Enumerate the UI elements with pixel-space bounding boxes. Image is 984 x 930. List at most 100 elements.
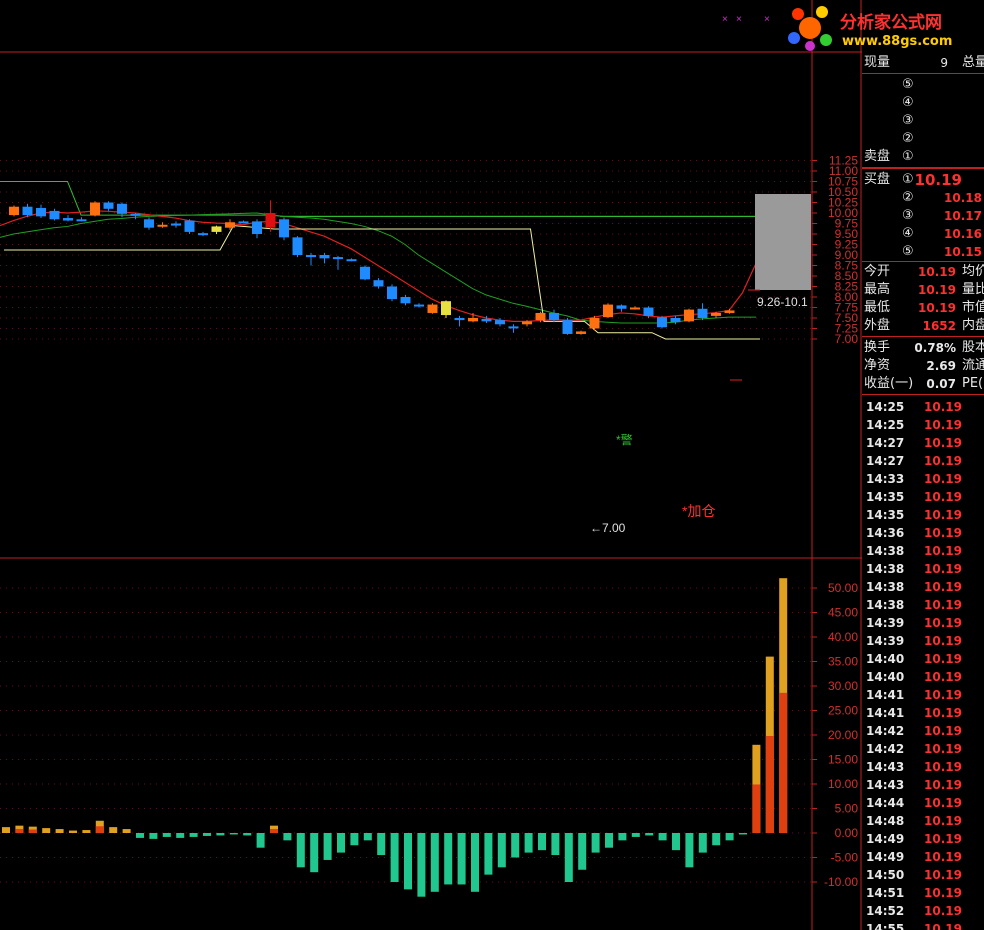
tick-time: 14:25	[866, 418, 905, 432]
tick-time: 14:27	[866, 454, 905, 468]
tick-price: 10.19	[924, 904, 962, 918]
volume-bar	[323, 833, 332, 860]
tick-time: 14:49	[866, 850, 905, 864]
xianliang-label: 现量	[864, 55, 891, 70]
candle-body	[616, 305, 627, 309]
logo-url: www.88gs.com	[842, 34, 953, 49]
tick-price: 10.19	[924, 652, 962, 666]
chart-annotation: 9.26-10.1	[757, 295, 808, 309]
sell-level-4: ④	[902, 95, 914, 110]
candle-body	[549, 312, 559, 321]
candle-body	[171, 223, 181, 226]
candle-body	[184, 220, 195, 232]
stat-side: 市值	[962, 300, 984, 315]
candle-body	[157, 224, 168, 227]
volume-bar	[122, 829, 131, 833]
volume-bar	[404, 833, 412, 890]
tick-row: 14:49 10.19	[864, 848, 984, 866]
y-tick-label: -10.00	[824, 875, 858, 889]
stat-value: 10.19	[918, 283, 956, 297]
stock-chart[interactable]: 11.2511.0010.7510.5010.2510.009.759.509.…	[0, 0, 862, 930]
logo-icon	[788, 6, 832, 51]
tick-row: 14:38 10.19	[864, 542, 984, 560]
stat-value: 0.07	[926, 377, 956, 391]
tick-row: 14:35 10.19	[864, 488, 984, 506]
tick-time: 14:27	[866, 436, 905, 450]
candle-body	[225, 222, 235, 228]
volume-bar	[162, 833, 171, 837]
candle-body	[319, 255, 330, 259]
volume-bar	[42, 828, 51, 833]
tick-row: 14:36 10.19	[864, 524, 984, 542]
candle-body	[657, 317, 667, 328]
marker-icon: ×	[736, 14, 742, 25]
volume-bar	[216, 833, 225, 836]
candle-body	[670, 318, 681, 323]
tick-price: 10.19	[924, 868, 962, 882]
volume-bar	[430, 833, 439, 892]
volume-bar	[698, 833, 707, 853]
tick-price: 10.19	[924, 760, 962, 774]
tick-row: 14:33 10.19	[864, 470, 984, 488]
zongliang-label: 总量	[962, 55, 984, 70]
tick-time: 14:39	[866, 634, 905, 648]
candle-body	[481, 318, 492, 322]
y-tick-label: 25.00	[828, 704, 858, 718]
candle-body	[495, 320, 505, 325]
tick-price: 10.19	[924, 778, 962, 792]
stat-label: 最低	[864, 300, 891, 315]
volume-bar	[203, 833, 211, 836]
stat-value: 2.69	[926, 359, 956, 373]
tick-price: 10.19	[924, 832, 962, 846]
volume-bar	[390, 833, 399, 882]
volume-bar-inner	[15, 828, 24, 833]
tick-row: 14:50 10.19	[864, 866, 984, 884]
volume-bar	[712, 833, 721, 846]
stat-label: 今开	[864, 264, 891, 279]
tick-row: 14:39 10.19	[864, 614, 984, 632]
volume-bar-inner	[752, 784, 761, 833]
sell-level-3: ③	[902, 113, 914, 128]
stat-side: PE(	[962, 376, 984, 391]
candle-body	[198, 233, 208, 236]
tick-price: 10.19	[924, 814, 962, 828]
tick-time: 14:40	[866, 670, 905, 684]
tick-time: 14:43	[866, 760, 905, 774]
volume-bar	[55, 829, 64, 833]
volume-bar	[363, 833, 372, 841]
tick-time: 14:44	[866, 796, 905, 810]
tick-row: 14:43 10.19	[864, 776, 984, 794]
y-tick-label: -5.00	[831, 851, 859, 865]
volume-bar	[471, 833, 479, 892]
candle-body	[90, 202, 100, 216]
tick-price: 10.19	[924, 418, 962, 432]
stat-label: 最高	[864, 282, 891, 297]
tick-time: 14:41	[866, 688, 905, 702]
candle-body	[508, 326, 519, 329]
volume-bar	[444, 833, 453, 885]
candle-body	[576, 331, 586, 334]
tick-price: 10.19	[924, 670, 962, 684]
volume-bar-inner	[779, 692, 788, 833]
stat-side: 量比	[962, 282, 984, 297]
buy-level-3-n: ③	[902, 208, 914, 223]
tick-price: 10.19	[924, 526, 962, 540]
candle-body	[400, 297, 411, 304]
tick-time: 14:33	[866, 472, 905, 486]
tick-time: 14:36	[866, 526, 905, 540]
tick-time: 14:25	[866, 400, 905, 414]
xianliang-value: 9	[940, 56, 948, 70]
tick-price: 10.19	[924, 580, 962, 594]
volume-bar	[350, 833, 359, 846]
tick-price: 10.19	[924, 544, 962, 558]
buy-level-3-price: 10.17	[944, 209, 982, 223]
candle-body	[468, 318, 478, 322]
volume-bar	[243, 833, 252, 836]
volume-bar	[497, 833, 506, 868]
volume-bar	[658, 833, 667, 841]
candle-body	[103, 202, 114, 209]
tick-price: 10.19	[924, 562, 962, 576]
buy-level-2-n: ②	[902, 190, 914, 205]
sell-level-5: ⑤	[902, 77, 914, 92]
candle-body	[711, 312, 721, 316]
